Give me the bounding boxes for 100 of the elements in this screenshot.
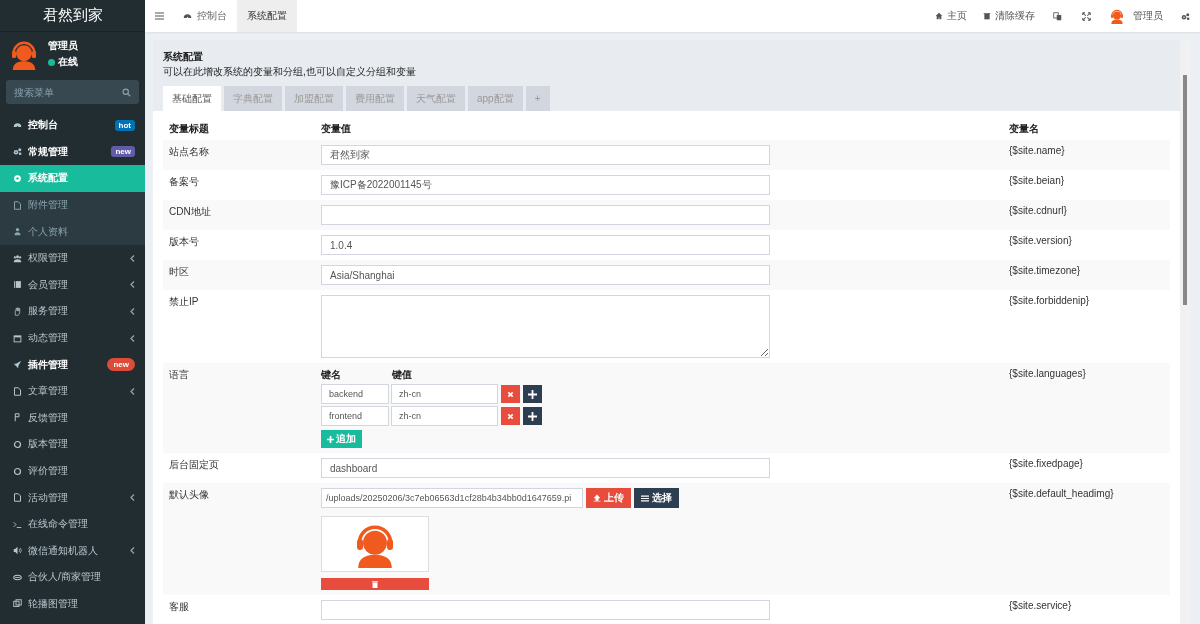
scroll-thumb[interactable] [1183,75,1187,305]
menu-item[interactable]: 权限管理 [0,244,145,272]
menu-item[interactable]: 合伙人/商家管理 [0,564,145,591]
text-field[interactable]: 豫ICP备2022001145号 [321,175,770,195]
menu-item[interactable]: 常规管理 new [0,138,145,166]
plus-icon [528,411,537,421]
nav-link[interactable]: 清除缓存 [975,0,1043,32]
variable-name: {$site.languages} [1009,368,1086,379]
terminal-icon [13,519,22,529]
circle-icon [13,439,22,449]
page-tab[interactable]: 控制台 [173,0,237,32]
menu-item[interactable]: 插件管理 new [0,351,145,378]
menu-badge: new [107,358,135,372]
variable-name: {$site.timezone} [1009,265,1081,276]
menu-item[interactable]: 评价管理 [0,457,145,485]
delete-button[interactable] [321,578,429,590]
field-label: 时区 [169,266,189,277]
upload-button[interactable]: 上传 [586,488,631,508]
menu-item[interactable]: 附件管理 [0,191,145,219]
rocket-icon [13,360,22,370]
config-tab[interactable]: 基础配置 [163,86,221,111]
field-label: 后台固定页 [169,459,219,470]
column-header: 变量标题 [168,122,210,136]
close-icon [507,412,514,420]
upload-icon [593,494,601,502]
menu-item[interactable]: 在线命令管理 [0,510,145,538]
book-icon [13,280,22,290]
menu-item[interactable]: 动态管理 [0,324,145,352]
menu-item[interactable]: 轮播图管理 [0,590,145,618]
trash-icon [372,580,378,588]
value-field[interactable]: zh-cn [391,384,498,404]
menu-item[interactable]: 个人资料 [0,218,145,245]
text-field[interactable] [321,600,770,620]
menu-badge: new [111,146,135,158]
menu-item[interactable]: 服务管理 [0,298,145,325]
text-field[interactable]: 1.0.4 [321,235,770,255]
field-label: 备案号 [169,176,199,187]
menu-icon[interactable] [154,12,164,20]
panel-subtitle: 可以在此增改系统的变量和分组,也可以自定义分组和变量 [163,65,417,79]
user-status: 在线 [58,55,78,69]
choose-button[interactable]: 选择 [634,488,679,508]
search-icon [122,87,131,97]
menu-item[interactable]: 会员管理 [0,271,145,299]
users-icon [13,253,22,263]
search-field[interactable]: 搜索菜单 [6,80,139,104]
field-label: 版本号 [169,236,199,247]
path-field[interactable]: /uploads/20250206/3c7eb06563d1cf28b4b34bb0d1647659.pi [321,488,583,508]
admin-avatar [1109,8,1125,24]
menu-item[interactable]: 版本管理 [0,431,145,458]
list-icon [641,494,649,502]
plus-icon [327,435,334,443]
variable-name: {$site.default_headimg} [1009,488,1114,499]
home-icon [935,12,943,20]
user-name: 管理员 [48,39,78,53]
nav-link[interactable]: 主页 [927,0,975,32]
trash-icon [983,12,991,20]
gears-icon[interactable] [1181,11,1190,21]
variable-name: {$site.beian} [1009,175,1065,186]
menu-item[interactable]: 文章管理 [0,377,145,405]
field-label: 禁止IP [169,296,199,307]
file-icon [13,386,22,396]
gears-icon [13,147,22,157]
nav-link[interactable]: 管理员 [1101,0,1171,32]
menu-item[interactable]: 反馈管理 [0,404,145,432]
variable-name: {$site.fixedpage} [1009,458,1083,469]
variable-name: {$site.name} [1009,145,1065,156]
calendar-icon [13,333,22,343]
plus-icon [528,389,537,399]
key-field[interactable]: backend [321,384,389,404]
key-field[interactable]: frontend [321,406,389,426]
text-field[interactable]: 君然到家 [321,145,770,165]
field-label: CDN地址 [169,206,211,217]
text-field[interactable] [321,205,770,225]
menu-item[interactable]: 控制台 hot [0,112,145,139]
images-icon [13,599,22,609]
user-icon [13,227,22,237]
key-header: 键名 [321,368,342,382]
field-label: 客服 [169,601,189,612]
field-label: 语言 [169,369,189,380]
page-tab[interactable]: 系统配置 [237,0,297,32]
panel-title: 系统配置 [163,50,204,64]
value-header: 键值 [392,368,412,382]
circle-icon [13,466,22,476]
field-label: 默认头像 [169,489,209,500]
text-field[interactable]: dashboard [321,458,770,478]
dashboard-icon [183,11,192,21]
menu-item[interactable]: 微信通知机器人 [0,537,145,565]
file-icon [13,493,22,503]
translate-icon[interactable] [1053,11,1062,21]
menu-item[interactable]: 活动管理 [0,484,145,511]
expand-icon[interactable] [1082,11,1091,21]
scrollbar[interactable] [1180,40,1190,624]
column-header: 变量值 [320,122,352,136]
value-field[interactable]: zh-cn [391,406,498,426]
field-label: 站点名称 [169,146,209,157]
menu-badge: hot [114,119,135,131]
text-field[interactable]: Asia/Shanghai [321,265,770,285]
variable-name: {$site.forbiddenip} [1009,295,1090,306]
column-header: 变量名 [1008,122,1040,136]
close-icon [507,390,514,398]
